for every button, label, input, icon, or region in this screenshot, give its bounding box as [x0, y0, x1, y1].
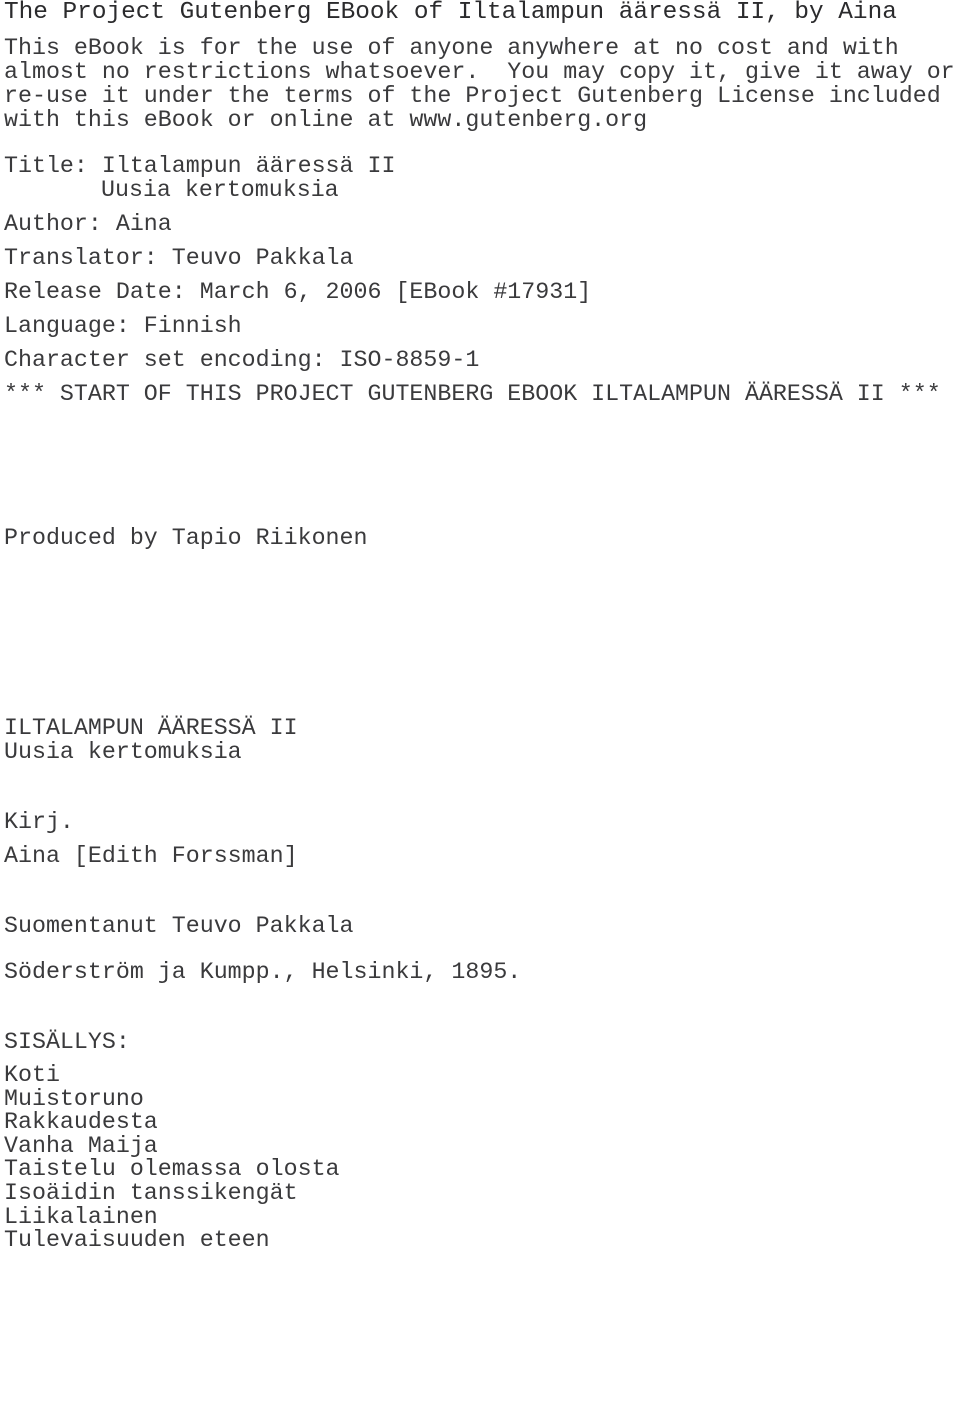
start-of-ebook-marker: *** START OF THIS PROJECT GUTENBERG EBOO… [4, 381, 941, 407]
license-paragraph-line: with this eBook or online at www.gutenbe… [4, 107, 648, 133]
list-item[interactable]: Vanha Maija [0, 1134, 960, 1159]
ebook-metadata: Title: Iltalampun ääressä II Uusia kerto… [0, 154, 960, 372]
metadata-encoding: Character set encoding: ISO-8859-1 [4, 347, 480, 373]
metadata-title: Title: Iltalampun ääressä II [4, 153, 396, 179]
license-paragraph-line: re-use it under the terms of the Project… [4, 83, 941, 109]
title-page: ILTALAMPUN ÄÄRESSÄ II Uusia kertomuksia … [0, 716, 960, 984]
book-title: ILTALAMPUN ÄÄRESSÄ II [4, 715, 298, 741]
license-paragraph-line: almost no restrictions whatsoever. You m… [4, 59, 955, 85]
book-subtitle: Uusia kertomuksia [4, 739, 242, 765]
list-item[interactable]: Taistelu olemassa olosta [0, 1158, 960, 1182]
metadata-release-date: Release Date: March 6, 2006 [EBook #1793… [4, 279, 592, 305]
license-paragraph-line: This eBook is for the use of anyone anyw… [4, 35, 899, 61]
metadata-translator: Translator: Teuvo Pakkala [4, 245, 354, 271]
translator-credit: Suomentanut Teuvo Pakkala [4, 913, 354, 939]
list-item[interactable]: Tulevaisuuden eteen [0, 1229, 960, 1253]
metadata-language: Language: Finnish [4, 313, 242, 339]
metadata-title-subtitle: Uusia kertomuksia [101, 177, 339, 203]
list-item[interactable]: Koti [0, 1063, 960, 1088]
by-label: Kirj. [4, 809, 74, 835]
license-paragraph: This eBook is for the use of anyone anyw… [0, 36, 960, 132]
list-item[interactable]: Muistoruno [0, 1087, 960, 1112]
list-item[interactable]: Liikalainen [0, 1205, 960, 1230]
publisher-imprint: Söderström ja Kumpp., Helsinki, 1895. [4, 959, 522, 985]
metadata-author: Author: Aina [4, 211, 172, 237]
list-item[interactable]: Isoäidin tanssikengät [0, 1181, 960, 1206]
book-author: Aina [Edith Forssman] [4, 843, 298, 869]
contents-heading: SISÄLLYS: [4, 1029, 130, 1055]
table-of-contents: SISÄLLYS: Koti Muistoruno Rakkaudesta Va… [0, 1030, 960, 1253]
list-item[interactable]: Rakkaudesta [0, 1111, 960, 1135]
gutenberg-header-line: The Project Gutenberg EBook of Iltalampu… [4, 0, 897, 26]
producer-credit: Produced by Tapio Riikonen [4, 525, 368, 551]
document-page: The Project Gutenberg EBook of Iltalampu… [0, 0, 960, 1407]
